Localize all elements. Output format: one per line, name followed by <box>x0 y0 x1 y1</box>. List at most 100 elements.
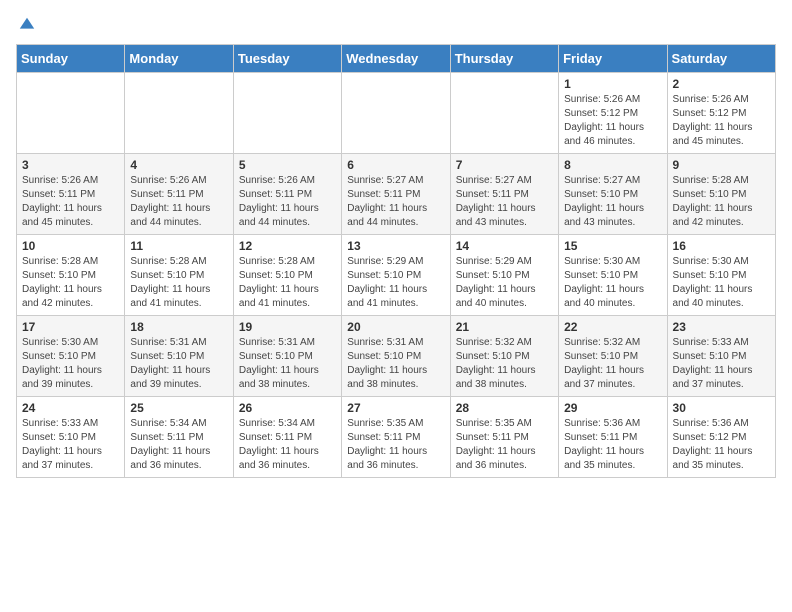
weekday-header: Sunday <box>17 45 125 73</box>
day-info: Sunrise: 5:29 AM Sunset: 5:10 PM Dayligh… <box>347 255 444 311</box>
day-info: Sunrise: 5:30 AM Sunset: 5:10 PM Dayligh… <box>22 336 119 392</box>
calendar-cell: 14 Sunrise: 5:29 AM Sunset: 5:10 PM Dayli… <box>450 235 558 316</box>
day-number: 23 <box>673 320 770 334</box>
calendar-cell: 4Sunrise: 5:26 AM Sunset: 5:11 PM Daylig… <box>125 154 233 235</box>
calendar-cell: 12 Sunrise: 5:28 AM Sunset: 5:10 PM Dayli… <box>233 235 341 316</box>
calendar-cell: 3Sunrise: 5:26 AM Sunset: 5:11 PM Daylig… <box>17 154 125 235</box>
day-info: Sunrise: 5:36 AM Sunset: 5:12 PM Dayligh… <box>673 417 770 473</box>
calendar-cell: 15 Sunrise: 5:30 AM Sunset: 5:10 PM Dayli… <box>559 235 667 316</box>
weekday-header: Thursday <box>450 45 558 73</box>
day-info: Sunrise: 5:34 AM Sunset: 5:11 PM Dayligh… <box>130 417 227 473</box>
page-header <box>16 16 776 34</box>
day-number: 12 <box>239 239 336 253</box>
day-info: Sunrise: 5:33 AM Sunset: 5:10 PM Dayligh… <box>673 336 770 392</box>
calendar-cell <box>450 73 558 154</box>
calendar-week-row: 1 Sunrise: 5:26 AM Sunset: 5:12 PM Daylig… <box>17 73 776 154</box>
day-number: 5 <box>239 158 336 172</box>
day-info: Sunrise: 5:27 AM Sunset: 5:10 PM Dayligh… <box>564 174 661 230</box>
day-info: Sunrise: 5:26 AM Sunset: 5:11 PM Dayligh… <box>239 174 336 230</box>
day-number: 8 <box>564 158 661 172</box>
weekday-header: Tuesday <box>233 45 341 73</box>
day-info: Sunrise: 5:28 AM Sunset: 5:10 PM Dayligh… <box>130 255 227 311</box>
day-number: 21 <box>456 320 553 334</box>
calendar-cell: 10 Sunrise: 5:28 AM Sunset: 5:10 PM Dayli… <box>17 235 125 316</box>
day-info: Sunrise: 5:32 AM Sunset: 5:10 PM Dayligh… <box>564 336 661 392</box>
day-number: 22 <box>564 320 661 334</box>
calendar-cell: 28 Sunrise: 5:35 AM Sunset: 5:11 PM Dayli… <box>450 397 558 478</box>
day-number: 18 <box>130 320 227 334</box>
calendar-cell: 30 Sunrise: 5:36 AM Sunset: 5:12 PM Dayli… <box>667 397 775 478</box>
day-number: 26 <box>239 401 336 415</box>
day-number: 27 <box>347 401 444 415</box>
logo-icon <box>18 16 36 34</box>
day-info: Sunrise: 5:31 AM Sunset: 5:10 PM Dayligh… <box>347 336 444 392</box>
calendar-table: SundayMondayTuesdayWednesdayThursdayFrid… <box>16 44 776 478</box>
day-info: Sunrise: 5:28 AM Sunset: 5:10 PM Dayligh… <box>673 174 770 230</box>
calendar-cell: 1 Sunrise: 5:26 AM Sunset: 5:12 PM Daylig… <box>559 73 667 154</box>
day-number: 20 <box>347 320 444 334</box>
day-number: 3 <box>22 158 119 172</box>
calendar-cell: 22 Sunrise: 5:32 AM Sunset: 5:10 PM Dayli… <box>559 316 667 397</box>
calendar-cell: 5 Sunrise: 5:26 AM Sunset: 5:11 PM Daylig… <box>233 154 341 235</box>
calendar-cell: 17Sunrise: 5:30 AM Sunset: 5:10 PM Dayli… <box>17 316 125 397</box>
day-number: 11 <box>130 239 227 253</box>
calendar-week-row: 17Sunrise: 5:30 AM Sunset: 5:10 PM Dayli… <box>17 316 776 397</box>
day-info: Sunrise: 5:30 AM Sunset: 5:10 PM Dayligh… <box>673 255 770 311</box>
calendar-cell: 21Sunrise: 5:32 AM Sunset: 5:10 PM Dayli… <box>450 316 558 397</box>
day-number: 10 <box>22 239 119 253</box>
calendar-week-row: 10 Sunrise: 5:28 AM Sunset: 5:10 PM Dayli… <box>17 235 776 316</box>
day-number: 13 <box>347 239 444 253</box>
calendar-cell: 13 Sunrise: 5:29 AM Sunset: 5:10 PM Dayli… <box>342 235 450 316</box>
calendar-cell: 27 Sunrise: 5:35 AM Sunset: 5:11 PM Dayli… <box>342 397 450 478</box>
day-number: 7 <box>456 158 553 172</box>
calendar-cell: 2 Sunrise: 5:26 AM Sunset: 5:12 PM Daylig… <box>667 73 775 154</box>
calendar-cell: 6Sunrise: 5:27 AM Sunset: 5:11 PM Daylig… <box>342 154 450 235</box>
day-info: Sunrise: 5:26 AM Sunset: 5:12 PM Dayligh… <box>673 93 770 149</box>
day-info: Sunrise: 5:30 AM Sunset: 5:10 PM Dayligh… <box>564 255 661 311</box>
calendar-cell: 20 Sunrise: 5:31 AM Sunset: 5:10 PM Dayli… <box>342 316 450 397</box>
day-number: 4 <box>130 158 227 172</box>
day-number: 29 <box>564 401 661 415</box>
calendar-cell <box>125 73 233 154</box>
day-info: Sunrise: 5:29 AM Sunset: 5:10 PM Dayligh… <box>456 255 553 311</box>
day-info: Sunrise: 5:36 AM Sunset: 5:11 PM Dayligh… <box>564 417 661 473</box>
day-number: 19 <box>239 320 336 334</box>
calendar-header-row: SundayMondayTuesdayWednesdayThursdayFrid… <box>17 45 776 73</box>
day-info: Sunrise: 5:31 AM Sunset: 5:10 PM Dayligh… <box>130 336 227 392</box>
day-number: 28 <box>456 401 553 415</box>
calendar-cell: 16 Sunrise: 5:30 AM Sunset: 5:10 PM Dayli… <box>667 235 775 316</box>
day-info: Sunrise: 5:34 AM Sunset: 5:11 PM Dayligh… <box>239 417 336 473</box>
calendar-cell: 8 Sunrise: 5:27 AM Sunset: 5:10 PM Daylig… <box>559 154 667 235</box>
weekday-header: Saturday <box>667 45 775 73</box>
calendar-cell: 9 Sunrise: 5:28 AM Sunset: 5:10 PM Daylig… <box>667 154 775 235</box>
logo <box>16 16 36 34</box>
day-info: Sunrise: 5:28 AM Sunset: 5:10 PM Dayligh… <box>239 255 336 311</box>
calendar-cell: 11 Sunrise: 5:28 AM Sunset: 5:10 PM Dayli… <box>125 235 233 316</box>
day-info: Sunrise: 5:31 AM Sunset: 5:10 PM Dayligh… <box>239 336 336 392</box>
day-info: Sunrise: 5:27 AM Sunset: 5:11 PM Dayligh… <box>347 174 444 230</box>
day-number: 2 <box>673 77 770 91</box>
day-number: 16 <box>673 239 770 253</box>
day-info: Sunrise: 5:35 AM Sunset: 5:11 PM Dayligh… <box>347 417 444 473</box>
calendar-week-row: 3 Sunrise: 5:26 AM Sunset: 5:11 PM Daylig… <box>17 154 776 235</box>
day-info: Sunrise: 5:26 AM Sunset: 5:12 PM Dayligh… <box>564 93 661 149</box>
calendar-cell: 19 Sunrise: 5:31 AM Sunset: 5:10 PM Dayli… <box>233 316 341 397</box>
day-number: 1 <box>564 77 661 91</box>
calendar-cell <box>17 73 125 154</box>
calendar-cell: 26 Sunrise: 5:34 AM Sunset: 5:11 PM Dayli… <box>233 397 341 478</box>
calendar-cell: 23 Sunrise: 5:33 AM Sunset: 5:10 PM Dayli… <box>667 316 775 397</box>
calendar-week-row: 24Sunrise: 5:33 AM Sunset: 5:10 PM Dayli… <box>17 397 776 478</box>
day-info: Sunrise: 5:27 AM Sunset: 5:11 PM Dayligh… <box>456 174 553 230</box>
day-number: 15 <box>564 239 661 253</box>
weekday-header: Monday <box>125 45 233 73</box>
calendar-cell: 29 Sunrise: 5:36 AM Sunset: 5:11 PM Dayli… <box>559 397 667 478</box>
calendar-cell: 24Sunrise: 5:33 AM Sunset: 5:10 PM Dayli… <box>17 397 125 478</box>
weekday-header: Friday <box>559 45 667 73</box>
day-number: 30 <box>673 401 770 415</box>
weekday-header: Wednesday <box>342 45 450 73</box>
day-number: 24 <box>22 401 119 415</box>
day-info: Sunrise: 5:28 AM Sunset: 5:10 PM Dayligh… <box>22 255 119 311</box>
day-number: 14 <box>456 239 553 253</box>
day-info: Sunrise: 5:35 AM Sunset: 5:11 PM Dayligh… <box>456 417 553 473</box>
day-number: 9 <box>673 158 770 172</box>
